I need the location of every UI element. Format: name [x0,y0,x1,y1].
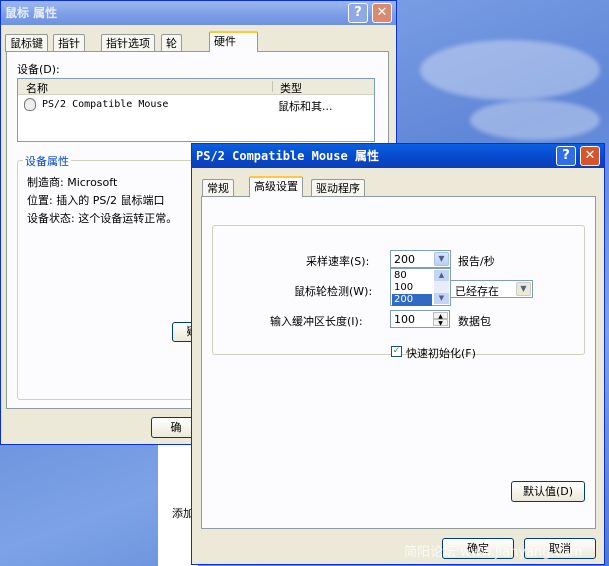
ps2-mouse-properties-window: PS/2 Compatible Mouse 属性 ? ✕ 常规 高级设置 驱动程… [191,143,605,565]
fast-init-checkbox[interactable]: ✓ [391,346,402,357]
manufacturer-text: 制造商: Microsoft [27,176,118,189]
ps2-titlebar: PS/2 Compatible Mouse 属性 ? ✕ [192,144,604,168]
stepper-up-icon[interactable]: ▲ [433,312,448,320]
column-type[interactable]: 类型 [280,80,302,96]
list-item[interactable]: PS/2 Compatible Mouse 鼠标和其... [20,97,372,113]
device-status-text: 设备状态: 这个设备运转正常。 [27,212,178,225]
sample-rate-value: 200 [394,253,415,266]
watermark-text: 简阳论坛 www.jianyang.com [404,545,583,560]
scroll-down-icon[interactable]: ▼ [434,293,449,304]
scroll-up-icon[interactable]: ▲ [434,270,449,281]
mouse-icon [24,98,36,111]
sample-rate-unit: 报告/秒 [458,255,495,268]
defaults-button[interactable]: 默认值(D) [511,481,585,502]
device-list[interactable]: 名称 类型 PS/2 Compatible Mouse 鼠标和其... [17,78,375,142]
tab-advanced[interactable]: 高级设置 [249,176,303,197]
devices-label: 设备(D): [17,63,60,76]
list-header: 名称 类型 [18,79,374,95]
buffer-length-stepper[interactable]: 100 ▲ ▼ [390,310,450,328]
help-icon[interactable]: ? [556,146,576,166]
window-title: 鼠标 属性 [5,6,58,20]
device-name: PS/2 Compatible Mouse [42,99,169,110]
tab-hardware[interactable]: 硬件 [209,31,258,52]
tab-wheel[interactable]: 轮 [161,34,182,52]
dropdown-option[interactable]: 100 [392,282,432,294]
dropdown-scrollbar[interactable]: ▲ ▼ [434,270,449,304]
tab-buttons[interactable]: 鼠标键 [5,34,48,52]
help-icon[interactable]: ? [348,3,368,23]
tab-general[interactable]: 常规 [202,179,234,197]
dropdown-option-selected[interactable]: 200 [392,294,432,306]
advanced-panel: 采样速率(S): 200 ▼ 报告/秒 80 100 200 ▲ ▼ 鼠标轮检测… [201,196,596,529]
tab-pointer-options[interactable]: 指针选项 [101,34,155,52]
buffer-length-value: 100 [394,313,415,326]
close-icon[interactable]: ✕ [580,146,600,166]
sample-rate-label: 采样速率(S): [306,255,370,268]
dropdown-option[interactable]: 80 [392,270,432,282]
location-text: 位置: 插入的 PS/2 鼠标端口 [27,194,165,207]
chevron-down-icon[interactable]: ▼ [516,282,531,296]
sample-rate-select[interactable]: 200 ▼ [390,250,451,268]
column-name[interactable]: 名称 [26,80,48,96]
buffer-length-label: 输入缓冲区长度(I): [270,315,363,328]
wheel-detect-label: 鼠标轮检测(W): [294,285,373,298]
chevron-down-icon[interactable]: ▼ [434,252,449,266]
tab-pointers[interactable]: 指针 [53,34,85,52]
device-type: 鼠标和其... [278,100,333,113]
device-properties-header: 设备属性 [23,153,71,169]
fast-init-label: 快速初始化(F) [406,347,476,360]
close-icon[interactable]: ✕ [372,3,392,23]
tab-driver[interactable]: 驱动程序 [311,179,365,197]
buffer-length-unit: 数据包 [458,315,491,328]
window-title: PS/2 Compatible Mouse 属性 [196,149,379,163]
wheel-detect-value: 已经存在 [455,285,499,298]
stepper-down-icon[interactable]: ▼ [433,319,448,327]
mouse-properties-titlebar: 鼠标 属性 ? ✕ [1,1,396,25]
sample-rate-dropdown[interactable]: 80 100 200 ▲ ▼ [390,268,451,306]
